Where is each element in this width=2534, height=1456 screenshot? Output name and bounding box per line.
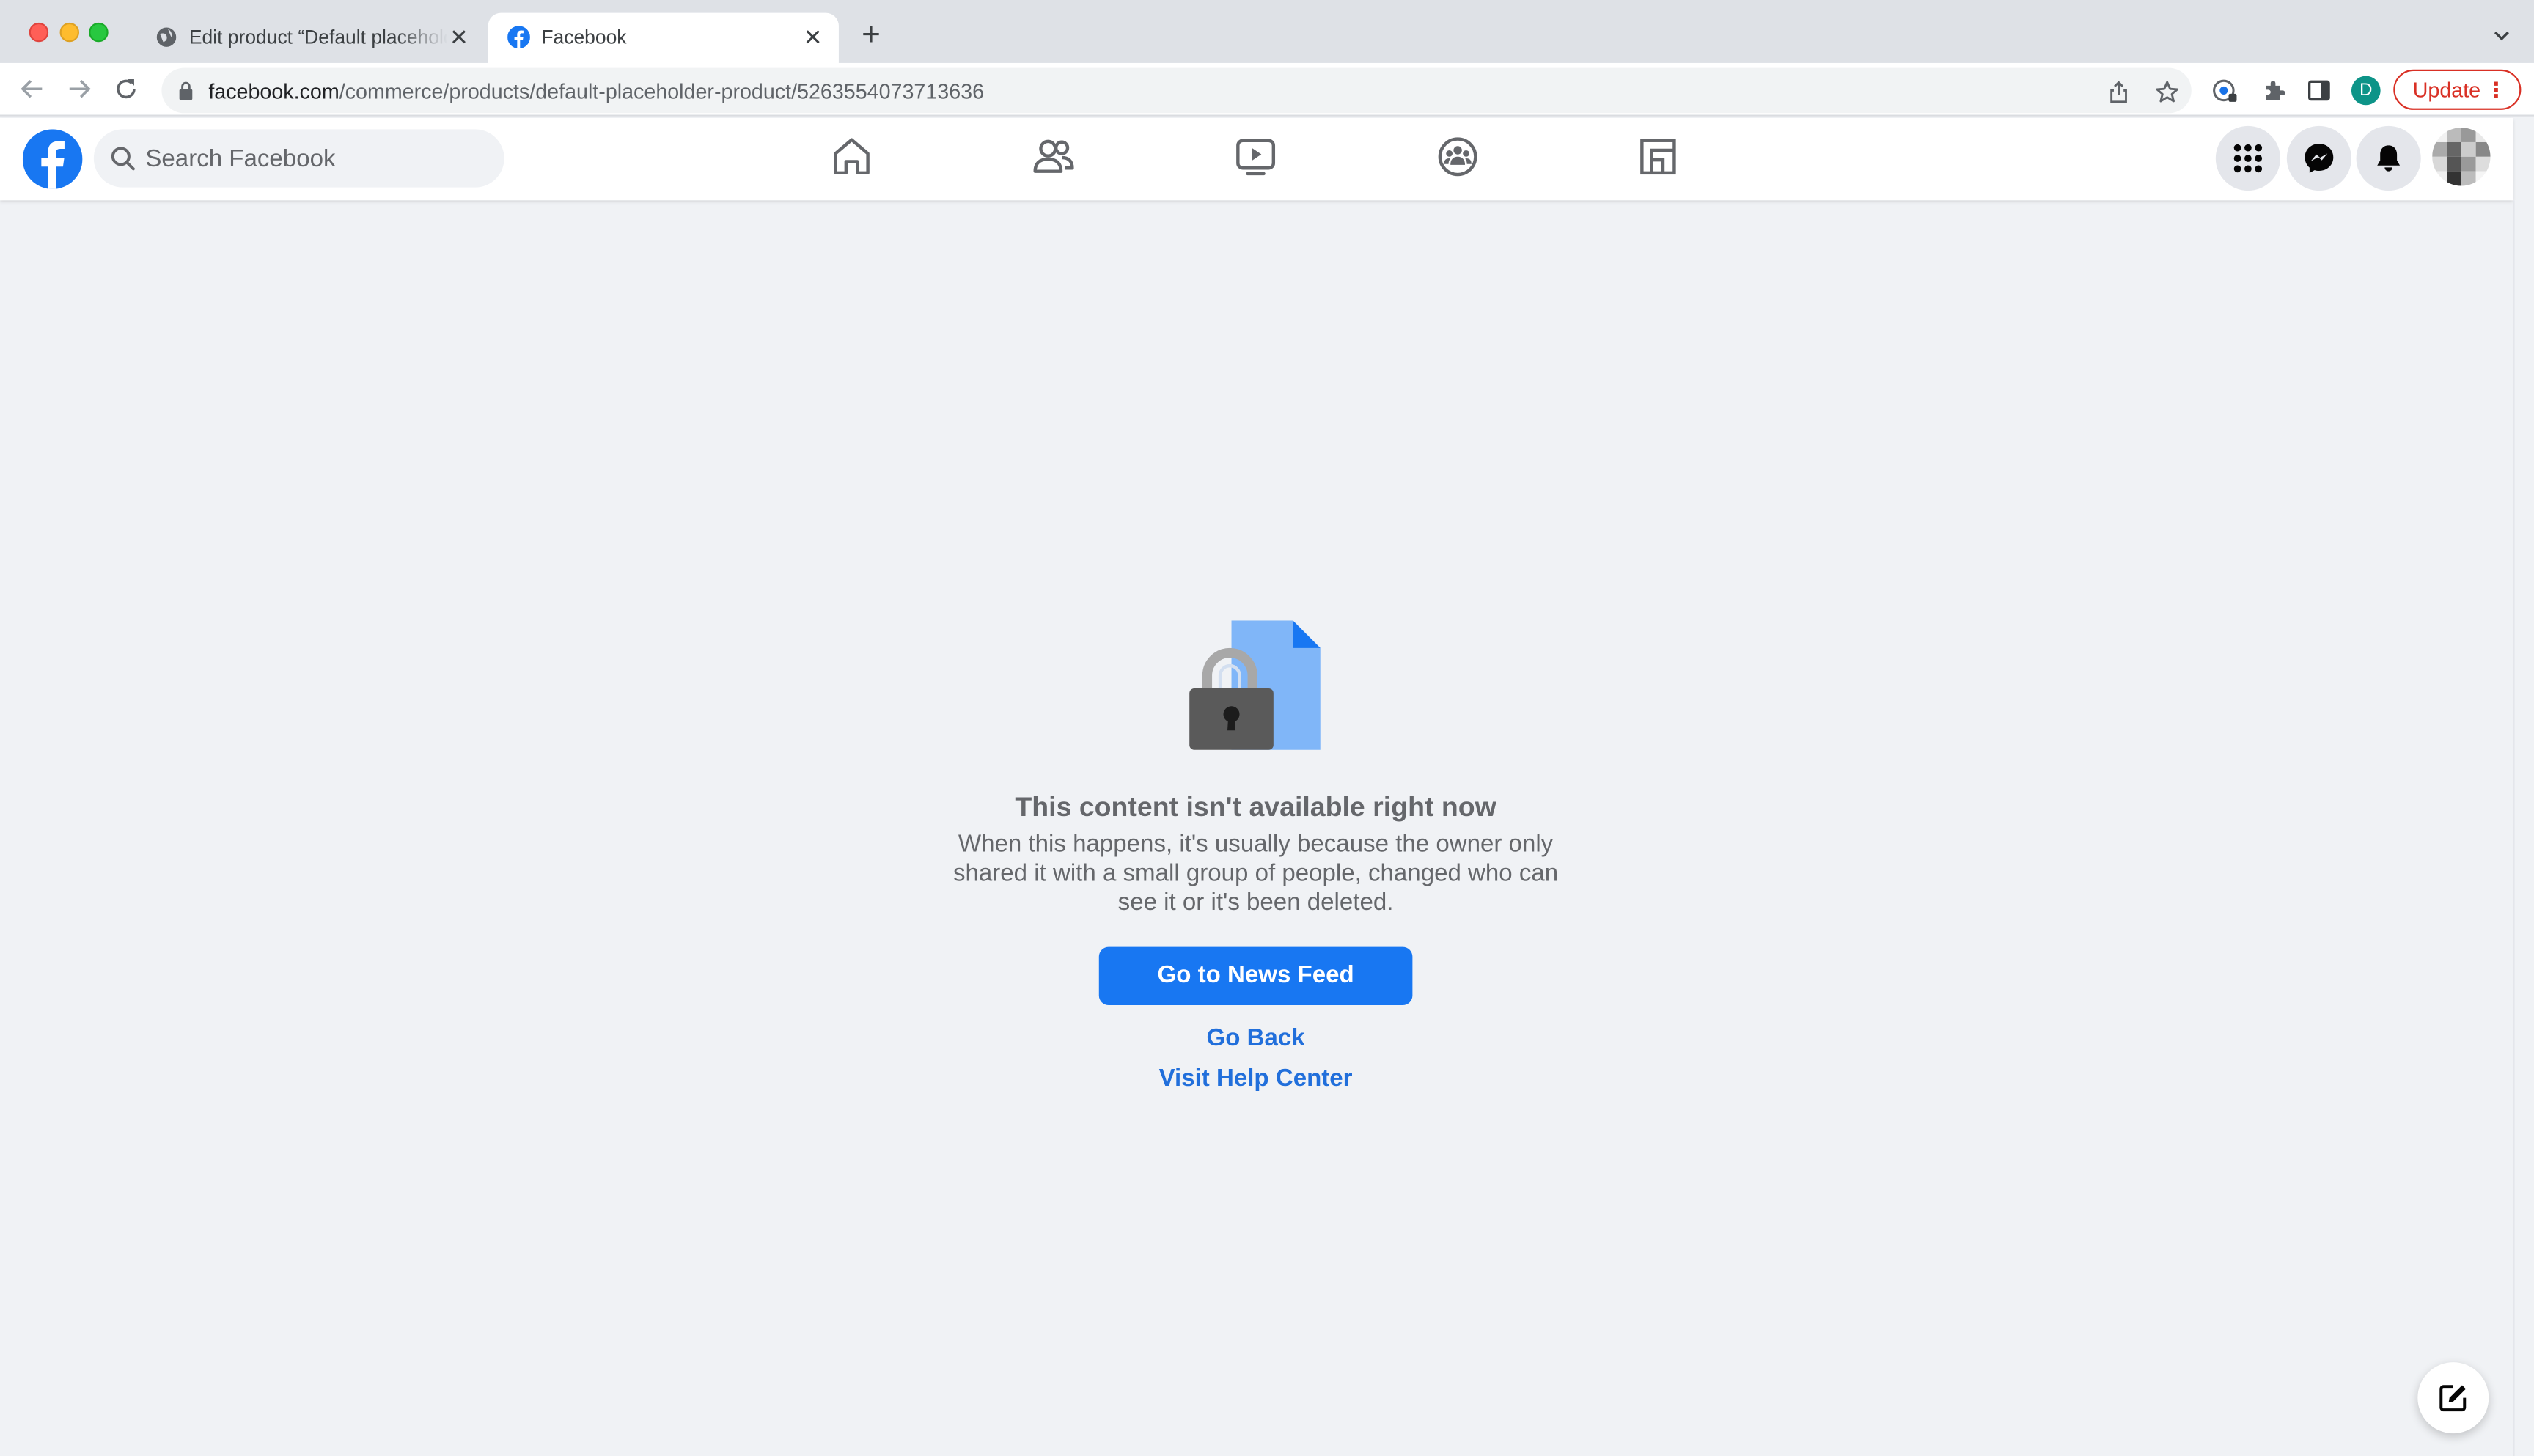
tab-title: Facebook [541, 26, 627, 49]
close-icon[interactable]: ✕ [800, 24, 826, 50]
url-domain: facebook.com [208, 79, 339, 104]
share-icon[interactable] [2106, 79, 2131, 105]
messenger-button[interactable] [2286, 125, 2351, 191]
go-to-news-feed-button[interactable]: Go to News Feed [1098, 946, 1413, 1006]
facebook-favicon-icon [507, 26, 530, 49]
notifications-button[interactable] [2356, 125, 2421, 191]
window-minimize-button[interactable] [59, 22, 80, 43]
error-title: This content isn't available right now [1015, 792, 1496, 823]
messenger-icon [2305, 144, 2334, 173]
grid-menu-icon [2233, 144, 2263, 173]
tab-edit-product[interactable]: Edit product “Default placeholder produc… [136, 13, 485, 63]
update-label: Update [2412, 77, 2481, 102]
search-input[interactable] [145, 129, 485, 188]
globe-icon [156, 27, 177, 47]
groups-icon[interactable] [1435, 134, 1480, 180]
visit-help-center-link[interactable]: Visit Help Center [905, 1065, 1606, 1092]
tab-strip: Edit product “Default placeholder produc… [0, 0, 2534, 63]
tab-facebook[interactable]: Facebook ✕ [488, 12, 839, 63]
menu-button[interactable] [2215, 125, 2280, 191]
window-close-button[interactable] [29, 22, 49, 43]
friends-icon[interactable] [1031, 134, 1076, 180]
url-text: facebook.com/commerce/products/default-p… [208, 79, 984, 103]
reload-icon[interactable] [111, 74, 141, 103]
forward-arrow-icon[interactable] [65, 74, 94, 103]
close-icon[interactable]: ✕ [446, 24, 471, 50]
side-panel-icon[interactable] [2306, 78, 2332, 103]
star-icon[interactable] [2154, 79, 2180, 105]
facebook-header [0, 117, 2513, 201]
chevron-down-icon[interactable] [2489, 23, 2514, 48]
back-arrow-icon[interactable] [18, 74, 47, 103]
update-button[interactable]: Update ⋮ [2393, 69, 2522, 110]
address-bar[interactable]: facebook.com/commerce/products/default-p… [161, 67, 2192, 114]
search-icon [111, 147, 135, 171]
new-tab-button[interactable]: + [855, 19, 887, 51]
facebook-search[interactable] [93, 129, 504, 188]
lock-icon [179, 81, 193, 100]
facebook-logo-icon[interactable] [22, 129, 83, 189]
home-icon[interactable] [829, 134, 875, 180]
url-path: /commerce/products/default-placeholder-p… [339, 79, 985, 104]
scrollbar[interactable] [2513, 200, 2534, 1456]
go-back-link[interactable]: Go Back [905, 1024, 1606, 1051]
more-vert-icon: ⋮ [2485, 77, 2507, 102]
compose-icon [2439, 1385, 2467, 1412]
browser-toolbar: facebook.com/commerce/products/default-p… [0, 62, 2534, 117]
error-description: When this happens, it's usually because … [952, 830, 1559, 916]
password-manager-icon[interactable] [2212, 78, 2238, 103]
extensions-puzzle-icon[interactable] [2261, 78, 2287, 103]
bell-icon [2377, 145, 2401, 172]
gaming-icon[interactable] [1636, 134, 1681, 180]
watch-icon[interactable] [1233, 134, 1279, 180]
tab-title: Edit product “Default placeholder produc… [188, 26, 448, 49]
window-maximize-button[interactable] [89, 22, 109, 43]
locked-content-illustration-icon [1189, 620, 1321, 750]
profile-avatar[interactable]: D [2351, 76, 2381, 106]
account-avatar[interactable] [2432, 128, 2491, 186]
new-message-button[interactable] [2417, 1362, 2489, 1434]
